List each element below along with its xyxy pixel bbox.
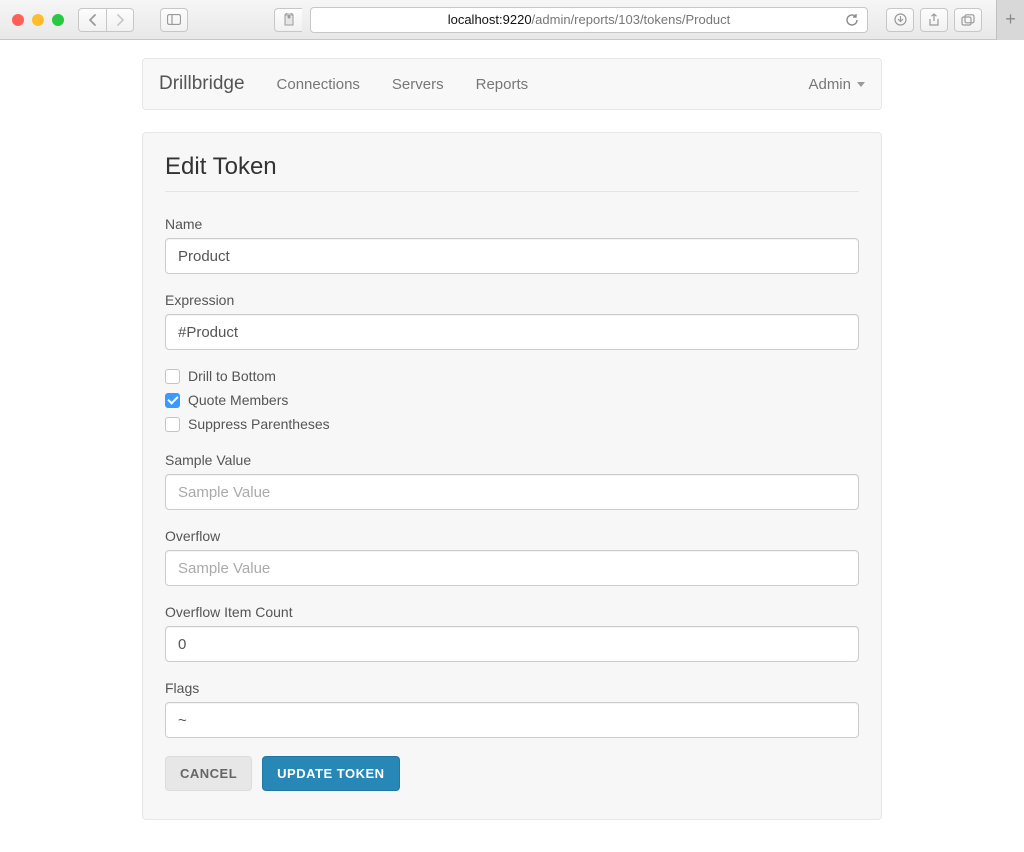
quote-members-checkbox[interactable] [165, 393, 180, 408]
url-host: localhost:9220 [448, 12, 532, 27]
expression-input[interactable] [165, 314, 859, 350]
tabs-button[interactable] [954, 8, 982, 32]
back-button[interactable] [78, 8, 106, 32]
update-token-button[interactable]: UPDATE TOKEN [262, 756, 399, 791]
close-window-button[interactable] [12, 14, 24, 26]
overflow-item-count-input[interactable] [165, 626, 859, 662]
sidebar-toggle-button[interactable] [160, 8, 188, 32]
minimize-window-button[interactable] [32, 14, 44, 26]
nav-link-reports[interactable]: Reports [462, 62, 543, 107]
reload-icon[interactable] [846, 13, 859, 27]
nav-link-servers[interactable]: Servers [378, 62, 458, 107]
nav-buttons [78, 8, 134, 32]
admin-dropdown[interactable]: Admin [808, 76, 865, 93]
sample-value-input[interactable] [165, 474, 859, 510]
drill-to-bottom-checkbox[interactable] [165, 369, 180, 384]
app-navbar: Drillbridge Connections Servers Reports … [142, 58, 882, 110]
edit-token-panel: Edit Token Name Expression Drill to Bott… [142, 132, 882, 820]
forward-button[interactable] [106, 8, 134, 32]
drill-to-bottom-label: Drill to Bottom [188, 368, 276, 384]
suppress-parentheses-checkbox[interactable] [165, 417, 180, 432]
chevron-down-icon [857, 82, 865, 87]
overflow-label: Overflow [165, 528, 859, 544]
sample-value-label: Sample Value [165, 452, 859, 468]
quote-members-label: Quote Members [188, 392, 288, 408]
maximize-window-button[interactable] [52, 14, 64, 26]
window-controls [12, 14, 64, 26]
suppress-parentheses-label: Suppress Parentheses [188, 416, 330, 432]
reader-button[interactable] [274, 8, 302, 32]
name-input[interactable] [165, 238, 859, 274]
share-button[interactable] [920, 8, 948, 32]
overflow-item-count-label: Overflow Item Count [165, 604, 859, 620]
flags-label: Flags [165, 680, 859, 696]
url-path: /admin/reports/103/tokens/Product [532, 12, 731, 27]
nav-link-connections[interactable]: Connections [263, 62, 374, 107]
address-bar[interactable]: localhost:9220/admin/reports/103/tokens/… [310, 7, 868, 33]
nav-links: Connections Servers Reports [263, 62, 543, 107]
name-label: Name [165, 216, 859, 232]
admin-label: Admin [808, 76, 851, 93]
cancel-button[interactable]: CANCEL [165, 756, 252, 791]
browser-toolbar: localhost:9220/admin/reports/103/tokens/… [0, 0, 1024, 40]
downloads-button[interactable] [886, 8, 914, 32]
overflow-input[interactable] [165, 550, 859, 586]
page-content: Drillbridge Connections Servers Reports … [0, 40, 1024, 838]
new-tab-button[interactable]: + [996, 0, 1024, 40]
panel-title: Edit Token [165, 153, 859, 192]
toolbar-right [886, 8, 982, 32]
expression-label: Expression [165, 292, 859, 308]
brand[interactable]: Drillbridge [159, 73, 245, 95]
flags-input[interactable] [165, 702, 859, 738]
